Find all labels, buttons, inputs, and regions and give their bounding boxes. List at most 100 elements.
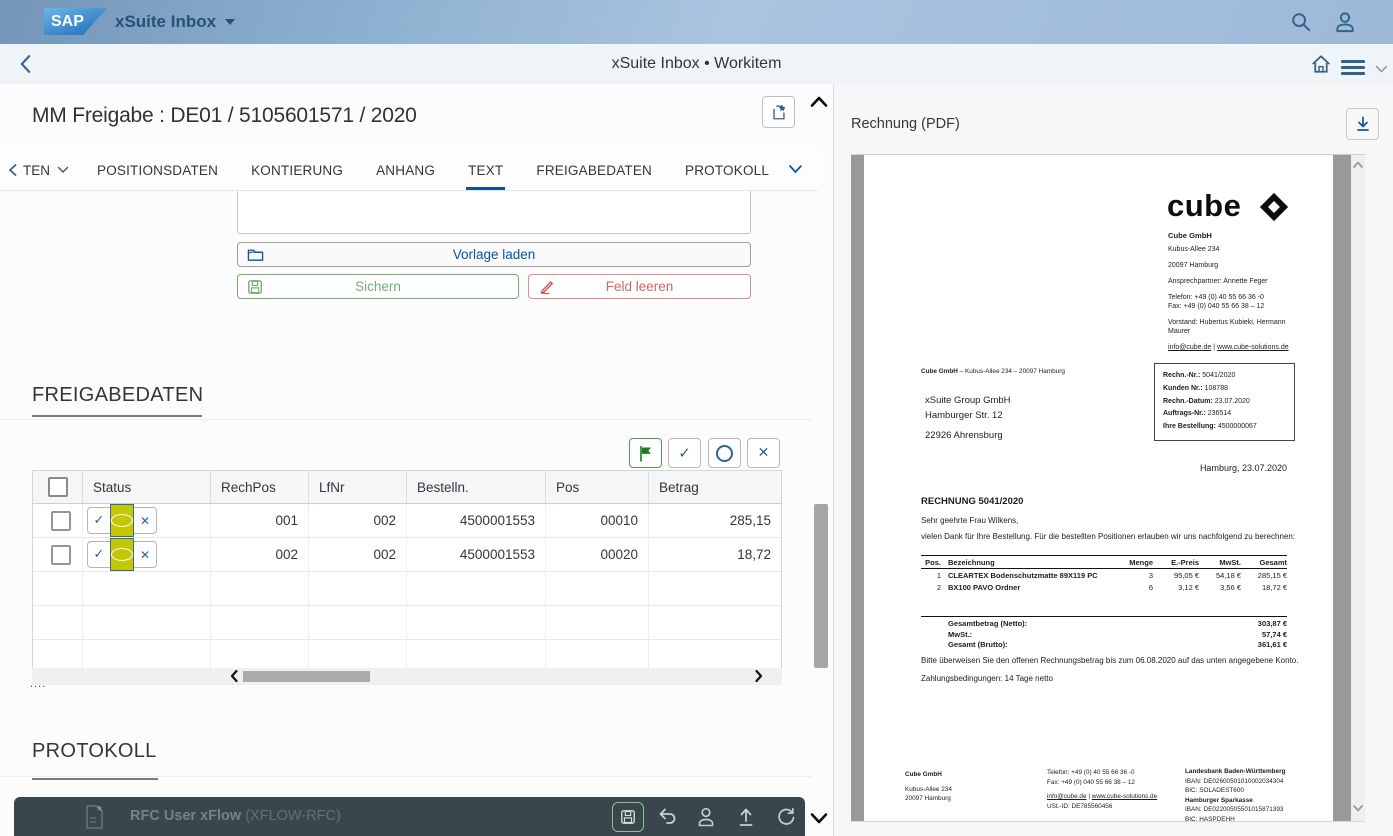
approve-all-button[interactable]: ✓ xyxy=(668,438,701,468)
upload-icon xyxy=(736,806,756,828)
reject-all-button[interactable]: ✕ xyxy=(747,438,780,468)
vertical-scrollbar-thumb[interactable] xyxy=(814,504,828,668)
pdf-scroll-up-button[interactable] xyxy=(1352,160,1364,172)
approve-icon[interactable]: ✓ xyxy=(88,508,110,533)
row-checkbox[interactable] xyxy=(51,545,71,565)
protokoll-heading: PROTOKOLL xyxy=(32,740,157,763)
horizontal-scrollbar-thumb[interactable] xyxy=(243,671,370,682)
invoice-items-table: Pos. Bezeichnung Menge E.-Preis MwSt. Ge… xyxy=(921,555,1287,593)
pdf-page: cube Cube GmbH Kubus-Allee 234 20097 Ham… xyxy=(864,155,1333,821)
invoice-footer-col1: Cube GmbH Kubus-Allee 234 20097 Hamburg xyxy=(905,770,952,804)
chevron-down-icon xyxy=(1352,804,1364,813)
refresh-button[interactable] xyxy=(775,806,797,828)
save-icon xyxy=(247,279,263,295)
web-link: www.cube-solutions.de xyxy=(1217,344,1289,351)
cell-rechpos: 002 xyxy=(211,538,309,571)
tab-anhang[interactable]: ANHANG xyxy=(376,150,435,190)
approve-icon[interactable]: ✓ xyxy=(88,542,110,567)
col-betrag: Betrag xyxy=(649,471,781,503)
app-window: SAP xSuite Inbox xSuite Inbox • Workitem xyxy=(0,0,1393,836)
hold-icon-selected[interactable] xyxy=(110,538,134,571)
pdf-scroll-down-button[interactable] xyxy=(1352,804,1364,816)
undo-icon xyxy=(656,806,678,826)
release-table: Status RechPos LfNr Bestelln. Pos Betrag… xyxy=(32,470,782,674)
page-title: MM Freigabe : DE01 / 5105601571 / 2020 xyxy=(32,104,417,128)
pdf-viewer[interactable]: cube Cube GmbH Kubus-Allee 234 20097 Ham… xyxy=(851,154,1365,822)
chevron-up-icon xyxy=(810,95,828,108)
x-icon: ✕ xyxy=(758,445,770,461)
hold-icon-selected[interactable] xyxy=(110,504,134,537)
scroll-down-button[interactable] xyxy=(810,812,830,828)
clear-field-button[interactable]: Feld leeren xyxy=(528,274,751,299)
invoice-salutation: Sehr geehrte Frau Wilkens, xyxy=(921,516,1018,525)
load-template-button[interactable]: Vorlage laden xyxy=(237,242,751,267)
tab-kontierung[interactable]: KONTIERUNG xyxy=(251,150,343,190)
flag-icon xyxy=(638,445,653,462)
hold-all-button[interactable] xyxy=(708,438,741,468)
tab-text[interactable]: TEXT xyxy=(468,150,503,190)
scroll-left-button[interactable] xyxy=(229,669,239,683)
freigabedaten-heading: FREIGABEDATEN xyxy=(32,384,203,407)
web-link: www.cube-solutions.de xyxy=(1092,793,1157,800)
assign-user-button[interactable] xyxy=(696,806,718,828)
pin-document-button[interactable] xyxy=(762,96,795,128)
horizontal-scrollbar[interactable] xyxy=(32,668,782,685)
cell-lfnr: 002 xyxy=(309,504,407,537)
pdf-scrollbar[interactable] xyxy=(1351,155,1365,821)
home-button[interactable] xyxy=(1308,51,1334,77)
document-star-icon xyxy=(84,804,106,826)
search-button[interactable] xyxy=(1288,9,1314,35)
save-icon xyxy=(620,809,636,825)
freigabedaten-heading-underline xyxy=(32,415,202,417)
cube-logo-diamond-icon xyxy=(1256,189,1292,225)
tab-positionsdaten[interactable]: POSITIONSDATEN xyxy=(97,150,218,190)
invoice-sender-block: Cube GmbH Kubus-Allee 234 20097 Hamburg … xyxy=(1168,231,1300,352)
attachment-title: Rechnung (PDF) xyxy=(851,116,960,132)
clear-field-label: Feld leeren xyxy=(606,279,674,294)
document-pin-icon xyxy=(770,103,788,121)
reject-icon[interactable]: ✕ xyxy=(134,542,156,567)
upload-button[interactable] xyxy=(736,806,758,828)
invoice-info-box: Rechn.-Nr.: 5041/2020 Kunden Nr.: 108788… xyxy=(1154,363,1295,441)
row-status-control[interactable]: ✓ ✕ xyxy=(87,507,157,534)
tabs-overflow-button[interactable] xyxy=(788,164,803,174)
tab-protokoll[interactable]: PROTOKOLL xyxy=(685,150,769,190)
menu-button[interactable] xyxy=(1340,54,1366,80)
select-all-checkbox[interactable] xyxy=(48,477,68,497)
section-divider xyxy=(0,776,812,777)
cell-betrag: 18,72 xyxy=(649,538,781,571)
workitem-title: xSuite Inbox • Workitem xyxy=(0,44,1393,84)
save-label: Sichern xyxy=(355,279,401,294)
row-status-control[interactable]: ✓ ✕ xyxy=(87,541,157,568)
save-button[interactable]: Sichern xyxy=(237,274,519,299)
invoice-payment-note: Bitte überweisen Sie den offenen Rechnun… xyxy=(921,656,1298,665)
person-icon xyxy=(696,806,716,828)
cell-bestelln: 4500001553 xyxy=(407,504,546,537)
tab-strip: TEN POSITIONSDATEN KONTIERUNG ANHANG TEX… xyxy=(0,150,818,191)
tab-truncated[interactable]: TEN xyxy=(23,150,69,190)
workitem-detail-panel: MM Freigabe : DE01 / 5105601571 / 2020 xyxy=(0,84,834,836)
download-button[interactable] xyxy=(1346,108,1379,140)
col-bestelln: Bestelln. xyxy=(407,471,546,503)
invoice-place-date: Hamburg, 23.07.2020 xyxy=(1127,463,1287,473)
tab-freigabedaten[interactable]: FREIGABEDATEN xyxy=(536,150,652,190)
protokoll-heading-underline xyxy=(32,778,158,780)
sap-logo[interactable]: SAP xyxy=(44,8,107,35)
cell-rechpos: 001 xyxy=(211,504,309,537)
menu-expand-button[interactable] xyxy=(1368,56,1393,82)
undo-button[interactable] xyxy=(656,806,678,828)
user-profile-button[interactable] xyxy=(1332,9,1358,35)
reject-icon[interactable]: ✕ xyxy=(134,508,156,533)
app-title-menu[interactable]: xSuite Inbox xyxy=(115,0,235,44)
row-checkbox[interactable] xyxy=(51,511,71,531)
scroll-up-button[interactable] xyxy=(810,95,830,111)
flag-all-button[interactable] xyxy=(629,438,662,468)
tabs-scroll-left-button[interactable] xyxy=(6,163,19,177)
scroll-right-button[interactable] xyxy=(754,669,764,683)
text-comment-textarea[interactable] xyxy=(237,191,751,234)
sap-logo-text: SAP xyxy=(51,13,84,31)
protocol-user-id: (XFLOW-RFC) xyxy=(245,808,341,824)
protocol-save-button[interactable] xyxy=(612,802,644,832)
folder-icon xyxy=(247,247,264,262)
chevron-down-icon xyxy=(788,164,803,174)
